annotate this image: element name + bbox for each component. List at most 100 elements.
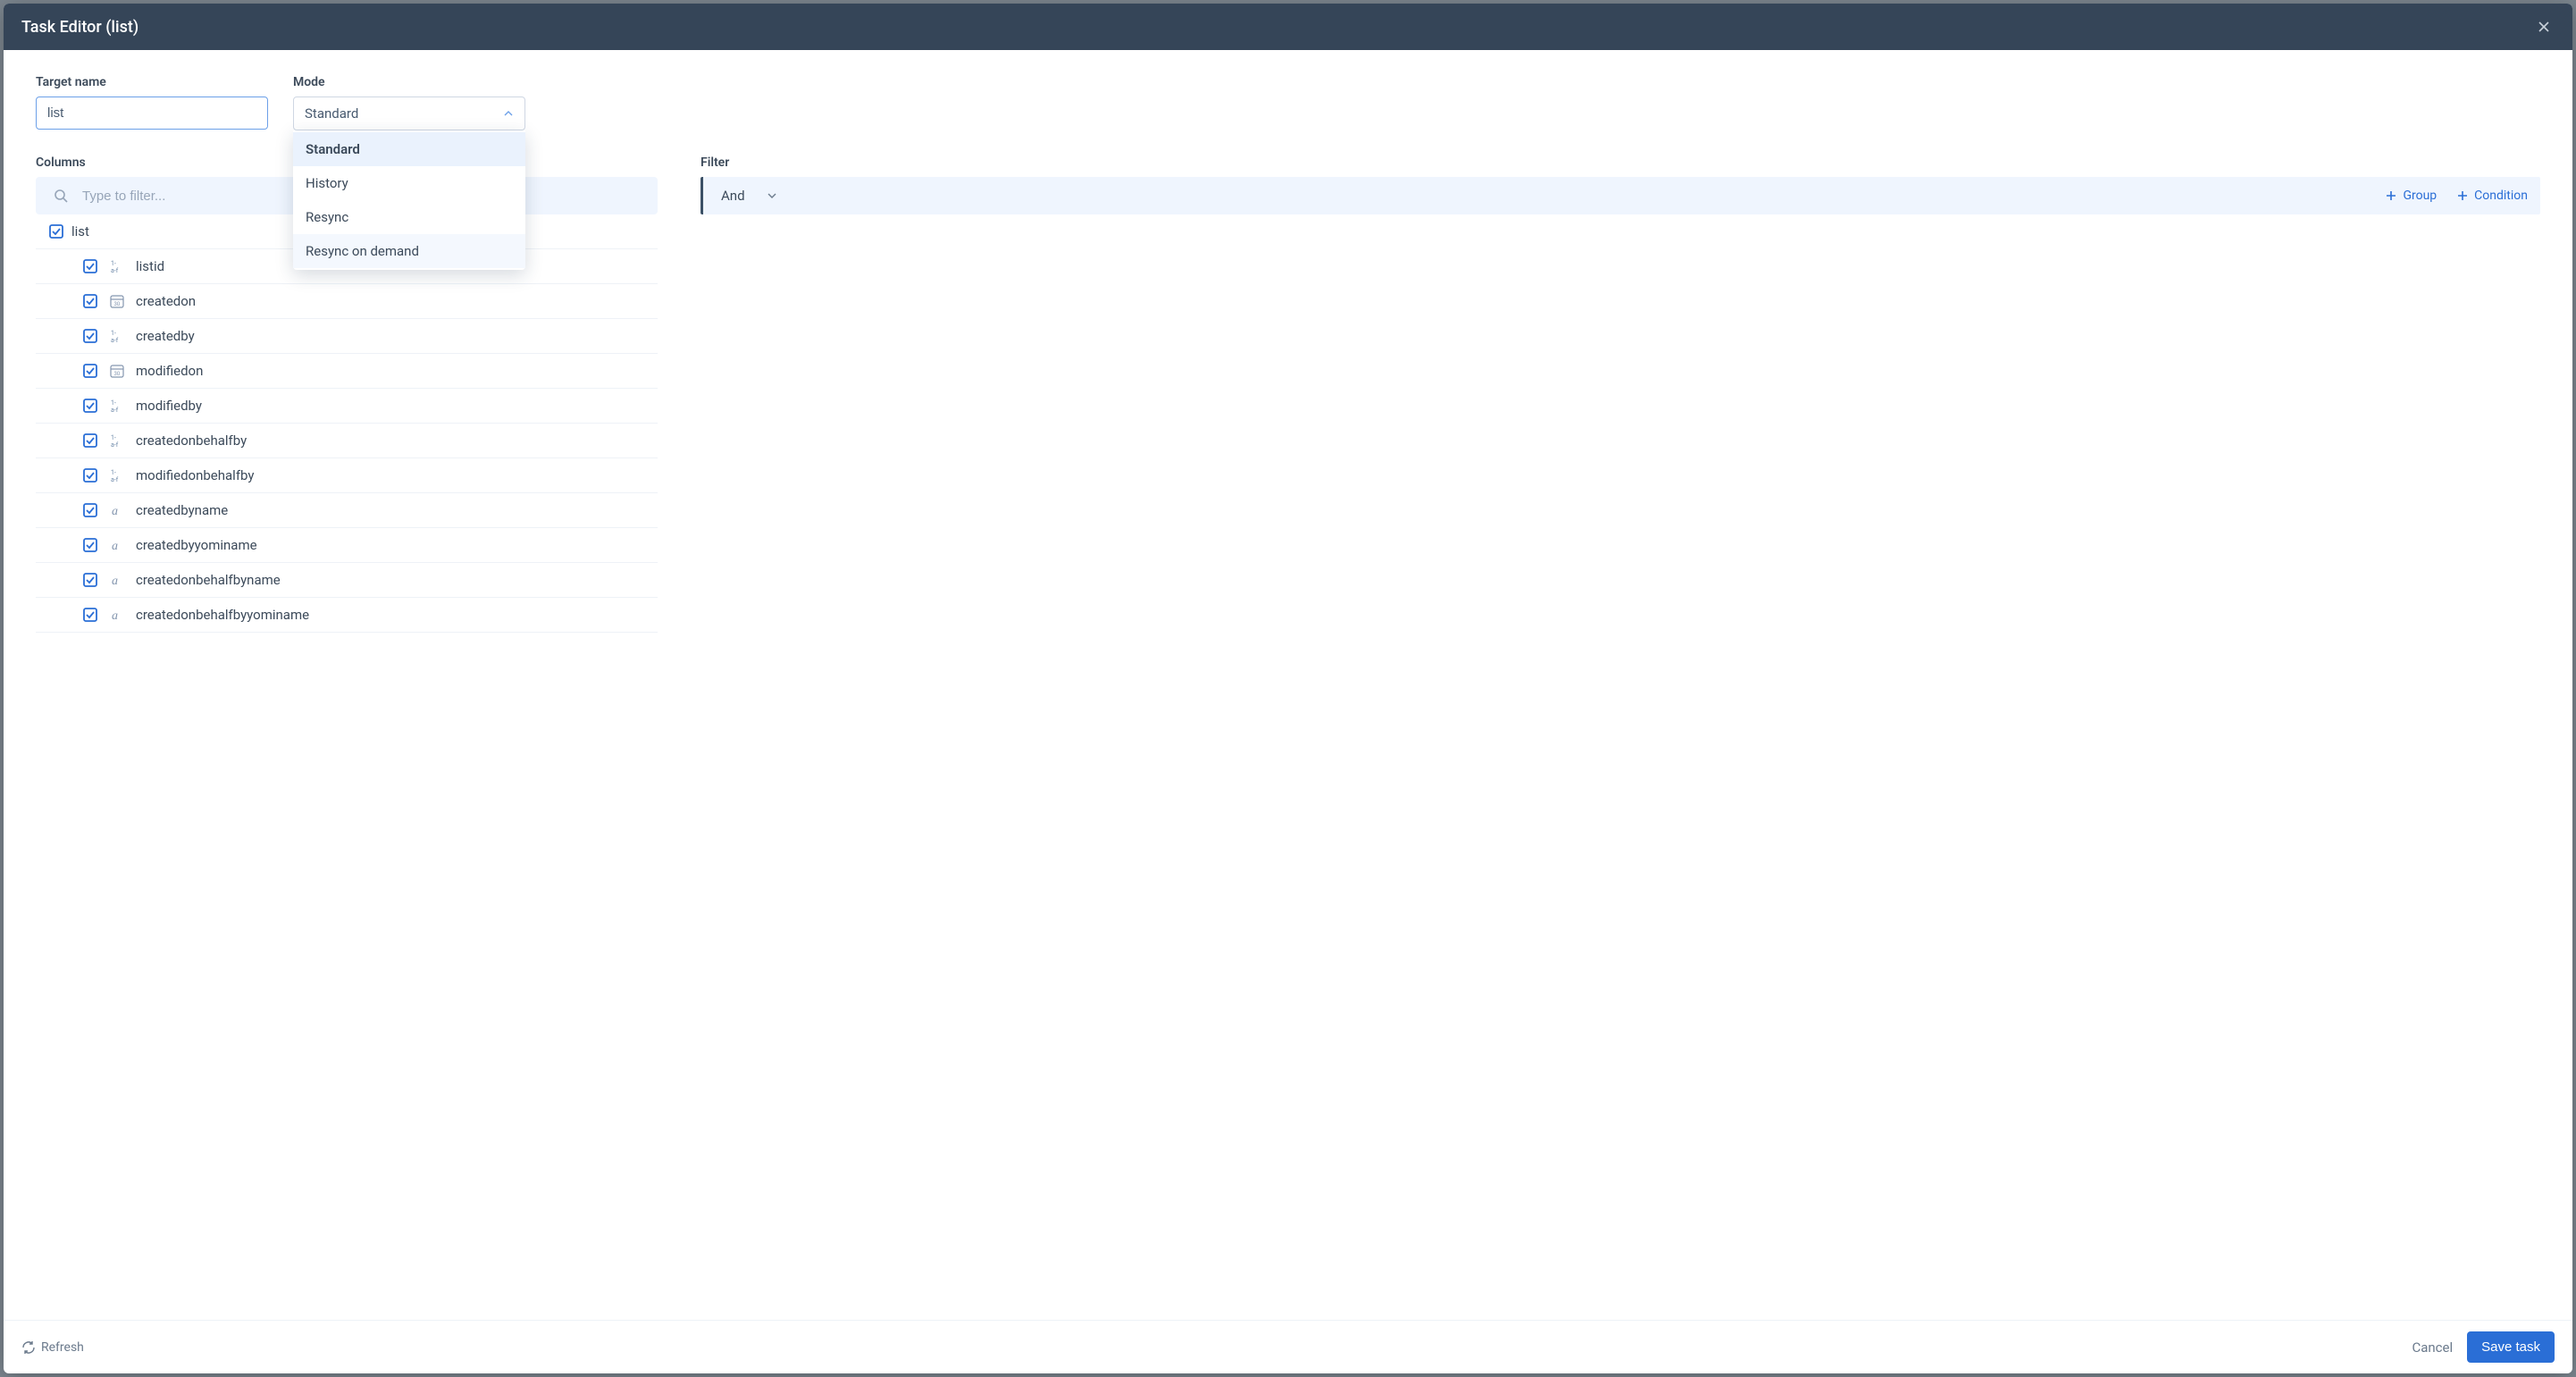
plus-icon bbox=[2385, 189, 2397, 202]
filter-root-box: And Group Condit bbox=[701, 177, 2540, 214]
column-row[interactable]: 1-a-f createdby bbox=[36, 319, 658, 354]
mode-select[interactable]: Standard bbox=[293, 97, 525, 130]
mode-option-resync[interactable]: Resync bbox=[293, 200, 525, 234]
svg-text:a-f: a-f bbox=[111, 441, 119, 449]
task-editor-modal: Task Editor (list) Target name Mode Stan… bbox=[4, 4, 2572, 1373]
svg-text:a-f: a-f bbox=[111, 337, 119, 344]
column-name: createdby bbox=[136, 328, 195, 344]
modal-backdrop: Task Editor (list) Target name Mode Stan… bbox=[0, 0, 2576, 1377]
chevron-down-icon bbox=[767, 190, 777, 201]
mode-select-wrap: Standard StandardHistoryResyncResync on … bbox=[293, 97, 525, 130]
save-task-button[interactable]: Save task bbox=[2467, 1331, 2555, 1363]
type-date-icon: 30 bbox=[109, 363, 125, 379]
main-row: Columns list 1 bbox=[36, 155, 2540, 1320]
svg-text:1-: 1- bbox=[111, 330, 116, 337]
column-name: createdbyname bbox=[136, 502, 228, 518]
column-row[interactable]: 30modifiedon bbox=[36, 354, 658, 389]
type-key-icon: 1-a-f bbox=[109, 258, 125, 274]
svg-text:a-f: a-f bbox=[111, 407, 119, 414]
mode-field: Mode Standard StandardHistoryResyncResyn… bbox=[293, 75, 525, 130]
svg-text:a: a bbox=[112, 505, 118, 518]
close-icon bbox=[2537, 20, 2551, 34]
mode-select-value: Standard bbox=[305, 105, 358, 122]
column-row[interactable]: 1-a-f modifiedonbehalfby bbox=[36, 458, 658, 493]
type-text-icon: a bbox=[109, 502, 125, 518]
column-name: createdbyyominame bbox=[136, 537, 257, 553]
checkbox-checked-icon[interactable] bbox=[82, 502, 98, 518]
checkbox-checked-icon[interactable] bbox=[82, 398, 98, 414]
filter-panel: Filter And Group bbox=[701, 155, 2540, 1320]
add-group-label: Group bbox=[2403, 189, 2437, 203]
close-button[interactable] bbox=[2533, 16, 2555, 38]
checkbox-checked-icon[interactable] bbox=[82, 258, 98, 274]
filter-operator-select[interactable]: And bbox=[716, 188, 777, 204]
type-text-icon: a bbox=[109, 607, 125, 623]
add-condition-label: Condition bbox=[2474, 189, 2528, 203]
svg-text:1-: 1- bbox=[111, 434, 116, 441]
filter-label: Filter bbox=[701, 155, 2540, 170]
svg-text:a-f: a-f bbox=[111, 267, 119, 274]
type-date-icon: 30 bbox=[109, 293, 125, 309]
svg-text:1-: 1- bbox=[111, 469, 116, 476]
svg-text:a-f: a-f bbox=[111, 476, 119, 483]
columns-root-label: list bbox=[71, 223, 89, 239]
checkbox-checked-icon[interactable] bbox=[82, 293, 98, 309]
cancel-button[interactable]: Cancel bbox=[2412, 1339, 2453, 1356]
footer-actions: Cancel Save task bbox=[2412, 1331, 2555, 1363]
column-name: listid bbox=[136, 258, 164, 274]
modal-header: Task Editor (list) bbox=[4, 4, 2572, 50]
svg-text:30: 30 bbox=[114, 371, 121, 377]
add-group-button[interactable]: Group bbox=[2385, 189, 2437, 203]
column-row[interactable]: a createdonbehalfbyyominame bbox=[36, 598, 658, 633]
refresh-button[interactable]: Refresh bbox=[21, 1340, 84, 1355]
checkbox-checked-icon[interactable] bbox=[82, 432, 98, 449]
type-text-icon: a bbox=[109, 537, 125, 553]
column-row[interactable]: a createdbyyominame bbox=[36, 528, 658, 563]
column-row[interactable]: a createdonbehalfbyname bbox=[36, 563, 658, 598]
add-condition-button[interactable]: Condition bbox=[2456, 189, 2528, 203]
mode-option-history[interactable]: History bbox=[293, 166, 525, 200]
checkbox-checked-icon[interactable] bbox=[48, 223, 64, 239]
checkbox-checked-icon[interactable] bbox=[82, 572, 98, 588]
svg-text:a: a bbox=[112, 575, 118, 588]
chevron-up-icon bbox=[503, 108, 514, 119]
type-text-icon: a bbox=[109, 572, 125, 588]
checkbox-checked-icon[interactable] bbox=[82, 607, 98, 623]
column-row[interactable]: 30 createdon bbox=[36, 284, 658, 319]
checkbox-checked-icon[interactable] bbox=[82, 467, 98, 483]
modal-footer: Refresh Cancel Save task bbox=[4, 1320, 2572, 1373]
column-name: createdon bbox=[136, 293, 196, 309]
filter-actions: Group Condition bbox=[2385, 189, 2528, 203]
type-key-icon: 1-a-f bbox=[109, 328, 125, 344]
column-name: modifiedby bbox=[136, 398, 202, 414]
modal-body: Target name Mode Standard StandardHistor… bbox=[4, 50, 2572, 1320]
column-name: createdonbehalfbyname bbox=[136, 572, 281, 588]
svg-text:1-: 1- bbox=[111, 399, 116, 407]
checkbox-checked-icon[interactable] bbox=[82, 363, 98, 379]
column-name: createdonbehalfbyyominame bbox=[136, 607, 309, 623]
checkbox-checked-icon[interactable] bbox=[82, 537, 98, 553]
columns-list[interactable]: list 1-a-flistid30createdon1-a-fcreatedb… bbox=[36, 214, 658, 1320]
plus-icon bbox=[2456, 189, 2469, 202]
svg-text:a: a bbox=[112, 609, 118, 623]
filter-operator-value: And bbox=[721, 188, 745, 204]
column-row[interactable]: a createdbyname bbox=[36, 493, 658, 528]
target-name-input[interactable] bbox=[36, 97, 268, 130]
mode-label: Mode bbox=[293, 75, 525, 89]
mode-option-standard[interactable]: Standard bbox=[293, 132, 525, 166]
refresh-icon bbox=[21, 1340, 36, 1355]
target-name-field: Target name bbox=[36, 75, 268, 130]
column-row[interactable]: 1-a-f createdonbehalfby bbox=[36, 424, 658, 458]
mode-option-resync-on-demand[interactable]: Resync on demand bbox=[293, 234, 525, 268]
column-row[interactable]: 1-a-f modifiedby bbox=[36, 389, 658, 424]
checkbox-checked-icon[interactable] bbox=[82, 328, 98, 344]
columns-panel: Columns list 1 bbox=[36, 155, 658, 1320]
type-key-icon: 1-a-f bbox=[109, 432, 125, 449]
search-icon bbox=[36, 189, 68, 203]
top-fields-row: Target name Mode Standard StandardHistor… bbox=[36, 75, 2540, 130]
modal-title: Task Editor (list) bbox=[21, 18, 138, 37]
mode-dropdown: StandardHistoryResyncResync on demand bbox=[293, 130, 525, 270]
column-name: createdonbehalfby bbox=[136, 432, 247, 449]
svg-text:1-: 1- bbox=[111, 260, 116, 267]
column-name: modifiedonbehalfby bbox=[136, 467, 254, 483]
